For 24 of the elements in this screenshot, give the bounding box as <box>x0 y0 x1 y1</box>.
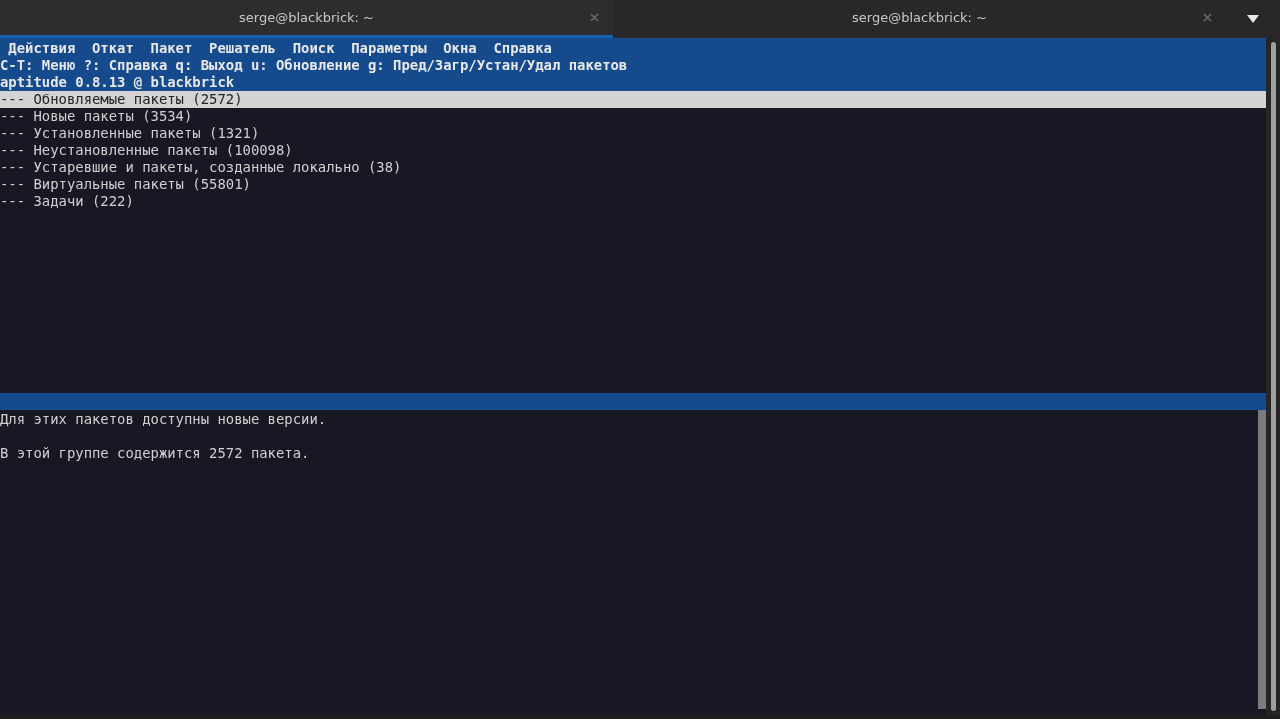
menu-item[interactable]: Действия <box>8 40 76 57</box>
package-group-item[interactable]: --- Установленные пакеты (1321) <box>0 125 1266 142</box>
terminal-tab[interactable]: serge@blackbrick: ~ <box>0 0 613 38</box>
menu-item[interactable]: Поиск <box>292 40 335 57</box>
menu-item[interactable]: Окна <box>443 40 477 57</box>
close-icon[interactable] <box>1203 13 1212 22</box>
dropdown-icon[interactable] <box>1247 15 1259 23</box>
package-group-item[interactable]: --- Неустановленные пакеты (100098) <box>0 142 1266 159</box>
description-text: В этой группе содержится 2572 пакета. <box>0 445 311 462</box>
package-group-item[interactable]: --- Виртуальные пакеты (55801) <box>0 176 1266 193</box>
scrollbar[interactable] <box>1270 42 1276 711</box>
package-group-item[interactable]: --- Обновляемые пакеты (2572) <box>0 91 1266 108</box>
package-group-item[interactable]: --- Устаревшие и пакеты, созданные локально (38) <box>0 159 1266 176</box>
menu-item[interactable]: Пакет <box>150 40 193 57</box>
description-text: Для этих пакетов доступны новые версии. <box>0 411 328 428</box>
package-group-item[interactable]: --- Задачи (222) <box>0 193 1266 210</box>
terminal-tab[interactable]: serge@blackbrick: ~ <box>613 0 1226 38</box>
package-group-item[interactable]: --- Новые пакеты (3534) <box>0 108 1266 125</box>
scrollbar[interactable] <box>1258 410 1266 709</box>
menu-item[interactable]: Откат <box>92 40 134 57</box>
menu-item[interactable]: Решатель <box>209 40 276 57</box>
close-icon[interactable] <box>590 13 599 22</box>
menu-item[interactable]: Параметры <box>351 40 427 57</box>
menu-item[interactable]: Справка <box>493 40 552 57</box>
